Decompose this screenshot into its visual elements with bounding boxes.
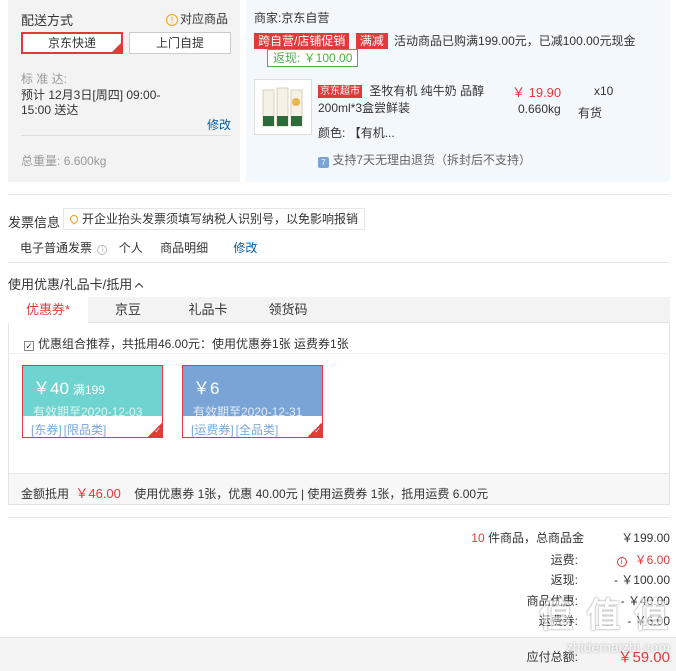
merchant-label: 商家:京东自营 (254, 11, 330, 25)
tab-redeem-code[interactable]: 领货码 (248, 297, 328, 323)
shipping-panel: 配送方式 ! 对应商品 京东快递 上门自提 标 准 达: 预计 12月3日[周四]… (8, 0, 240, 182)
coupon-card-2-top: ￥6 有效期至2020-12-31 (183, 366, 322, 419)
summary-shipping-label: 运费: (550, 553, 578, 567)
discount-title-toggle[interactable]: 使用优惠/礼品卡/抵用 (8, 274, 144, 293)
coupon-amount: ￥6 (193, 379, 220, 398)
milk-box-image (262, 87, 303, 127)
invoice-row: 电子普通发票 i 个人 商品明细 修改 (20, 239, 257, 256)
info-circle-icon: i (616, 557, 627, 567)
summary-rebate-label: 返现: (550, 573, 578, 587)
combo-checkbox[interactable]: ✓ (24, 341, 34, 351)
deduct-detail: 使用优惠券 1张，优惠 40.00元 | 使用运费券 1张，抵用运费 6.00元 (134, 487, 489, 501)
store-badge: 京东超市 (318, 85, 362, 98)
merchant-panel: 商家:京东自营 跨自营/店铺促销 满减 活动商品已购满199.00元，已减100… (246, 0, 670, 182)
return-policy: 7 支持7天无理由退货（拆封后不支持） (318, 151, 531, 168)
chevron-up-icon (134, 282, 144, 292)
watermark-logo: 值 值 值 zhidemaizhi.com (539, 597, 670, 655)
shipping-divider (21, 135, 231, 136)
summary-shipping: i ￥6.00 (616, 551, 670, 568)
coupon-card-1-top: ￥40 满199 有效期至2020-12-03 (23, 366, 162, 419)
coupon-amount: ￥40 (33, 379, 69, 398)
shipping-modify-link[interactable]: 修改 (207, 116, 231, 133)
section-divider (8, 194, 670, 195)
invoice-type: 电子普通发票 (20, 241, 93, 255)
invoice-tip: 开企业抬头发票须填写纳税人识别号，以免影响报销 (63, 208, 366, 230)
promo-tag: 跨自营/店铺促销 (254, 33, 350, 49)
coupon-card-2[interactable]: ￥6 有效期至2020-12-31 [运费券] [全品类] (182, 365, 323, 438)
summary-total: ￥199.00 (621, 531, 670, 545)
merchant-name: 京东自营 (281, 11, 330, 25)
invoice-holder: 个人 (118, 241, 143, 255)
info-circle-icon: i (97, 245, 108, 255)
matched-goods-link[interactable]: ! 对应商品 (166, 10, 228, 27)
location-pin-icon (68, 213, 80, 225)
discount-tabs: 优惠券* 京豆 礼品卡 领货码 (8, 297, 670, 324)
product-stock: 有货 (578, 106, 603, 120)
combo-row: ✓ 优惠组合推荐，共抵用46.00元：使用优惠券1张 运费券1张 (24, 337, 349, 351)
shipping-title: 配送方式 (21, 13, 74, 28)
summary-count: 10 件商品，总商品金 (471, 531, 584, 545)
product-qty: x10 (594, 84, 614, 98)
tab-jd-beans[interactable]: 京豆 (88, 297, 168, 323)
summary-rebate: - ￥100.00 (613, 573, 670, 587)
ship-option-jd-express[interactable]: 京东快递 (21, 32, 123, 54)
schedule-label: 标 准 达: (21, 72, 68, 86)
product-color: 颜色: 【有机... (318, 126, 395, 140)
info-icon: ! (166, 14, 178, 26)
ship-option-self-pickup[interactable]: 上门自提 (129, 32, 231, 54)
product-weight: 0.660kg (518, 102, 561, 116)
coupon-condition: 满199 (72, 383, 105, 397)
invoice-content: 商品明细 (160, 241, 209, 255)
product-title-line2[interactable]: 200ml*3盒尝鲜装 (318, 99, 410, 116)
deduct-row: 金额抵用 ￥46.00 使用优惠券 1张，优惠 40.00元 | 使用运费券 1… (21, 486, 489, 501)
rebate-tag-wrap: 返现: ￥100.00 (267, 49, 359, 67)
promo-text: 活动商品已购满199.00元，已减100.00元现金 (394, 34, 636, 48)
section-divider-3 (8, 517, 670, 518)
total-weight: 总重量: 6.600kg (21, 154, 107, 168)
combo-divider (8, 353, 670, 354)
product-image[interactable] (254, 79, 312, 135)
return-icon: 7 (318, 157, 329, 168)
tab-coupon[interactable]: 优惠券* (8, 297, 88, 324)
promo-row: 跨自营/店铺促销 满减 活动商品已购满199.00元，已减100.00元现金 (254, 32, 635, 49)
product-price: ￥ 19.90 (512, 85, 562, 100)
deduct-value: ￥46.00 (75, 486, 121, 501)
tab-gift-card[interactable]: 礼品卡 (168, 297, 248, 323)
rebate-tag: 返现: ￥100.00 (267, 49, 359, 67)
invoice-modify-link[interactable]: 修改 (233, 241, 257, 255)
coupon-card-1[interactable]: ￥40 满199 有效期至2020-12-03 [东券] [限品类] (22, 365, 163, 438)
full-reduce-tag: 满减 (355, 33, 388, 49)
product-title-line1[interactable]: 京东超市 圣牧有机 纯牛奶 品醇 (318, 82, 484, 99)
invoice-title: 发票信息 (8, 215, 61, 230)
section-divider-2 (8, 262, 670, 263)
schedule-text-2: 15:00 送达 (21, 103, 79, 117)
